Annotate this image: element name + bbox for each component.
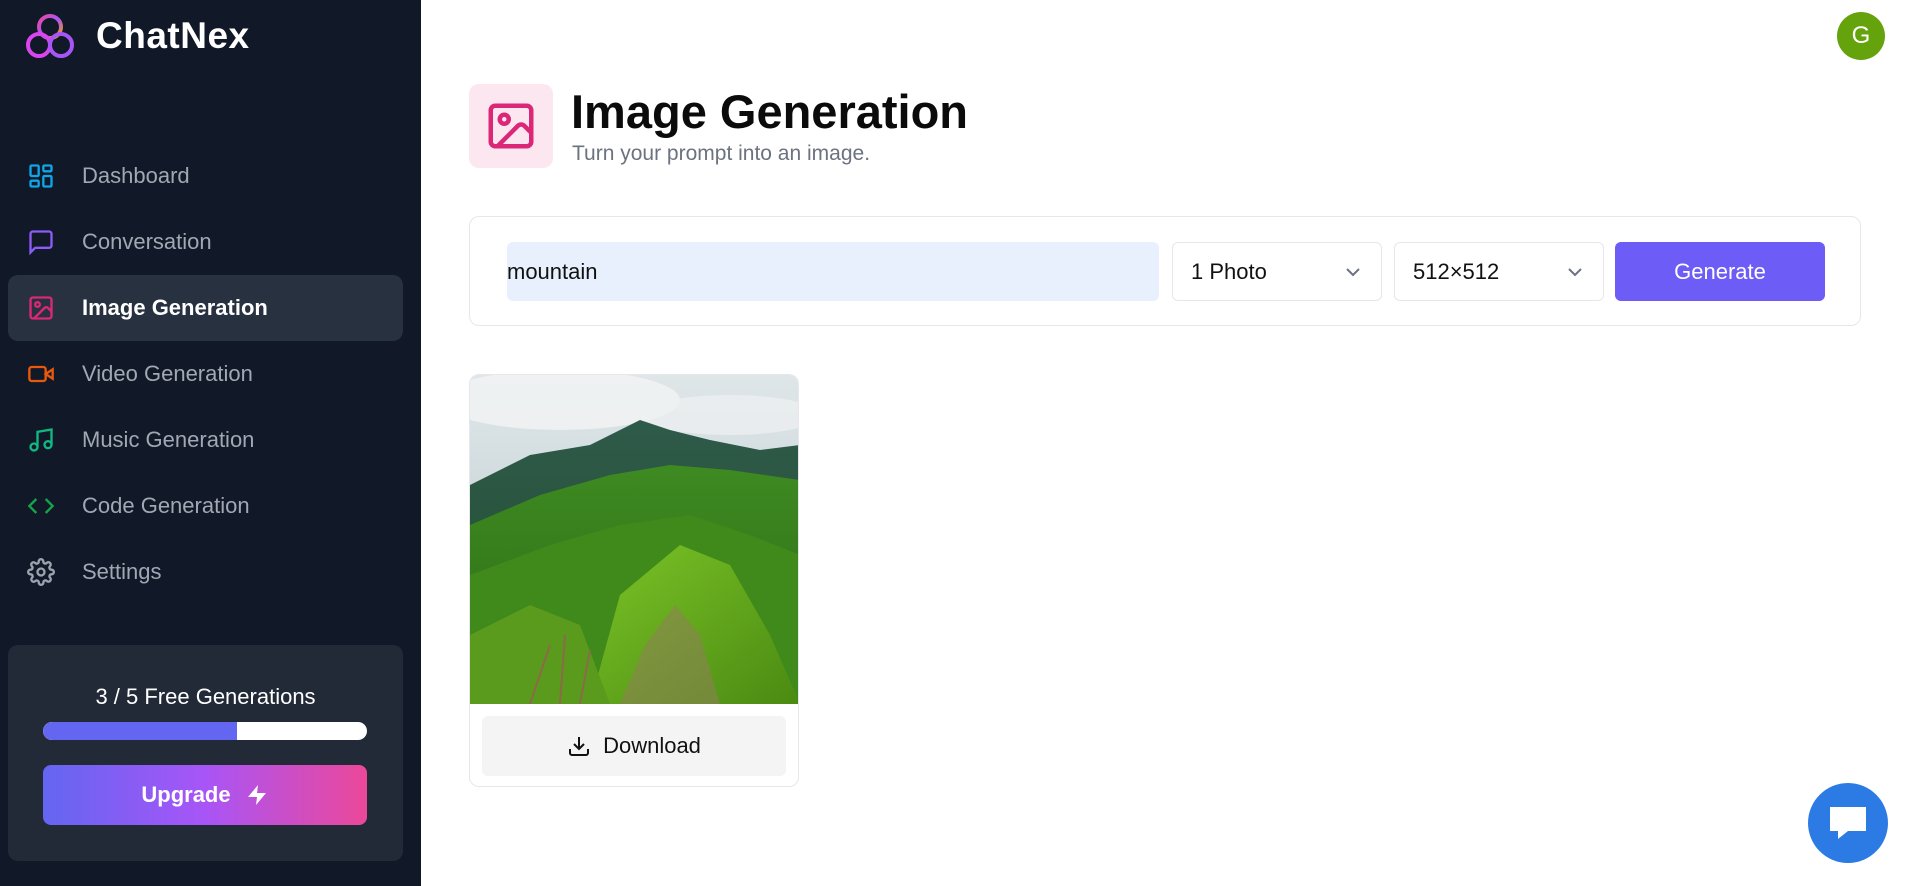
- sidebar-item-conversation[interactable]: Conversation: [8, 209, 403, 275]
- sidebar-item-label: Conversation: [82, 229, 212, 254]
- chevron-down-icon: [1346, 267, 1360, 276]
- chat-bubble-icon: [1830, 807, 1866, 839]
- message-square-icon: [26, 227, 56, 257]
- resolution-select[interactable]: 512×512: [1394, 242, 1604, 301]
- generated-image: [470, 375, 798, 704]
- amount-select-value: 1 Photo: [1191, 258, 1267, 284]
- music-icon: [26, 425, 56, 455]
- sidebar-item-label: Code Generation: [82, 493, 250, 518]
- result-card: Download: [469, 374, 799, 787]
- code-icon: [26, 491, 56, 521]
- app-name: ChatNex: [96, 15, 250, 56]
- video-icon: [26, 359, 56, 389]
- upgrade-button[interactable]: Upgrade: [43, 765, 367, 825]
- page-subtitle: Turn your prompt into an image.: [572, 142, 871, 165]
- settings-icon: [26, 557, 56, 587]
- logo-icon: [26, 14, 74, 58]
- upgrade-label: Upgrade: [141, 782, 231, 807]
- amount-select[interactable]: 1 Photo: [1172, 242, 1382, 301]
- sidebar-item-label: Dashboard: [82, 163, 190, 188]
- sidebar-item-label: Video Generation: [82, 361, 253, 386]
- free-generations-card: 3 / 5 Free Generations Upgrade: [8, 645, 403, 861]
- prompt-form: 1 Photo 512×512 Generate: [469, 216, 1861, 326]
- image-icon: [488, 103, 534, 149]
- download-label: Download: [603, 733, 701, 758]
- sidebar-item-music-generation[interactable]: Music Generation: [8, 407, 403, 473]
- logo[interactable]: ChatNex: [24, 12, 250, 60]
- avatar-initial: G: [1851, 22, 1871, 49]
- sidebar-nav: Dashboard Conversation Image Generation …: [8, 143, 403, 605]
- download-button[interactable]: Download: [482, 716, 786, 776]
- zap-icon: [247, 785, 266, 805]
- page-title: Image Generation: [571, 85, 968, 138]
- free-generations-text: 3 / 5 Free Generations: [95, 684, 316, 709]
- avatar[interactable]: G: [1837, 12, 1885, 60]
- chat-widget-button[interactable]: [1808, 783, 1888, 863]
- dashboard-icon: [26, 161, 56, 191]
- generate-button[interactable]: Generate: [1615, 242, 1825, 301]
- sidebar-item-code-generation[interactable]: Code Generation: [8, 473, 403, 539]
- sidebar-item-settings[interactable]: Settings: [8, 539, 403, 605]
- sidebar-item-dashboard[interactable]: Dashboard: [8, 143, 403, 209]
- download-icon: [569, 737, 590, 756]
- sidebar: ChatNex Dashboard Conversation Image Gen…: [0, 0, 421, 886]
- sidebar-item-label: Settings: [82, 559, 162, 584]
- chevron-down-icon: [1568, 267, 1582, 276]
- free-generations-progress: [43, 722, 367, 740]
- image-icon: [26, 293, 56, 323]
- sidebar-item-label: Image Generation: [82, 295, 268, 320]
- header-image-icon-box: [469, 84, 553, 168]
- resolution-select-value: 512×512: [1413, 258, 1500, 284]
- sidebar-item-label: Music Generation: [82, 427, 255, 452]
- sidebar-item-image-generation[interactable]: Image Generation: [8, 275, 403, 341]
- prompt-input[interactable]: [507, 242, 1159, 301]
- progress-fill: [43, 722, 238, 740]
- sidebar-item-video-generation[interactable]: Video Generation: [8, 341, 403, 407]
